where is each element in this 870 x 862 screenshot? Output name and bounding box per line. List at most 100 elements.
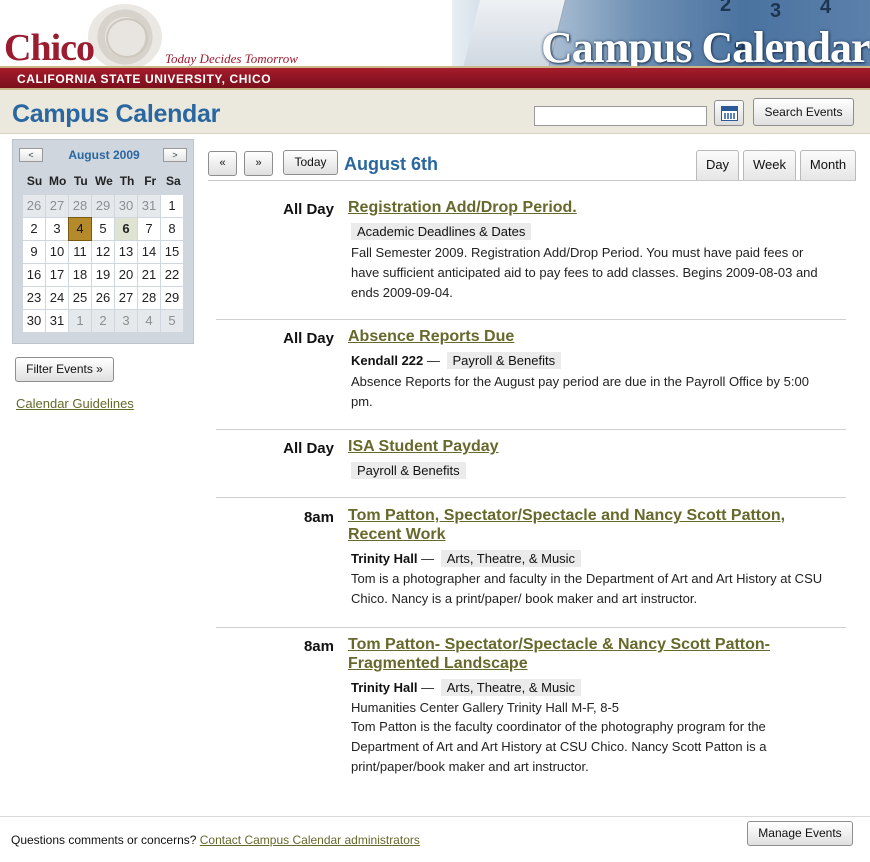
calendar-day[interactable]: 3 bbox=[46, 218, 68, 240]
event-description: Fall Semester 2009. Registration Add/Dro… bbox=[351, 245, 818, 300]
calendar-day[interactable]: 18 bbox=[69, 264, 91, 286]
calendar-day[interactable]: 29 bbox=[161, 287, 183, 309]
category-tag[interactable]: Academic Deadlines & Dates bbox=[351, 223, 532, 240]
calendar-day[interactable]: 10 bbox=[46, 241, 68, 263]
manage-events-button[interactable]: Manage Events bbox=[747, 821, 853, 846]
calendar-day[interactable]: 30 bbox=[23, 310, 45, 332]
calendar-day[interactable]: 22 bbox=[161, 264, 183, 286]
tab-day[interactable]: Day bbox=[696, 150, 739, 181]
university-bar: CALIFORNIA STATE UNIVERSITY, CHICO bbox=[0, 66, 870, 88]
weekday-label: Su bbox=[26, 174, 43, 188]
university-name[interactable]: CALIFORNIA STATE UNIVERSITY, CHICO bbox=[17, 72, 271, 86]
category-tag[interactable]: Arts, Theatre, & Music bbox=[440, 679, 582, 696]
next-day-button[interactable]: » bbox=[244, 151, 273, 176]
category-tag[interactable]: Payroll & Benefits bbox=[446, 352, 562, 369]
contact-admins-link[interactable]: Contact Campus Calendar administrators bbox=[200, 833, 420, 847]
current-date-heading: August 6th bbox=[344, 154, 438, 174]
calendar-day[interactable]: 4 bbox=[68, 217, 92, 241]
next-month-button[interactable]: > bbox=[163, 148, 187, 162]
calendar-day[interactable]: 4 bbox=[138, 310, 160, 332]
event-location: Trinity Hall bbox=[351, 551, 418, 566]
weekday-header: Su Mo Tu We Th Fr Sa bbox=[23, 174, 185, 188]
weekday-label: Sa bbox=[165, 174, 181, 188]
footer-question: Questions comments or concerns? bbox=[11, 833, 197, 847]
calendar-day[interactable]: 17 bbox=[46, 264, 68, 286]
calendar-day[interactable]: 29 bbox=[92, 195, 114, 217]
filter-events-button[interactable]: Filter Events » bbox=[15, 357, 114, 382]
tab-week[interactable]: Week bbox=[743, 150, 796, 181]
calendar-day[interactable]: 31 bbox=[46, 310, 68, 332]
weekday-label: Mo bbox=[49, 174, 67, 188]
event-title-link[interactable]: Tom Patton- Spectator/Spectacle & Nancy … bbox=[348, 635, 798, 673]
calendar-day[interactable]: 28 bbox=[138, 287, 160, 309]
today-button[interactable]: Today bbox=[283, 150, 338, 175]
event-title-link[interactable]: Tom Patton, Spectator/Spectacle and Nanc… bbox=[348, 506, 798, 544]
search-events-button[interactable]: Search Events bbox=[753, 98, 854, 126]
calendar-day[interactable]: 7 bbox=[138, 218, 160, 240]
calendar-day[interactable]: 12 bbox=[92, 241, 114, 263]
calendar-day[interactable]: 9 bbox=[23, 241, 45, 263]
calendar-day[interactable]: 28 bbox=[69, 195, 91, 217]
calendar-day[interactable]: 3 bbox=[115, 310, 137, 332]
calendar-day[interactable]: 27 bbox=[46, 195, 68, 217]
calendar-day[interactable]: 11 bbox=[69, 241, 91, 263]
calendar-day[interactable]: 6 bbox=[115, 218, 137, 240]
event-meta: Kendall 222 — Payroll & Benefits bbox=[351, 352, 562, 369]
calendar-day[interactable]: 1 bbox=[69, 310, 91, 332]
calendar-day[interactable]: 26 bbox=[23, 195, 45, 217]
event-meta: Trinity Hall — Arts, Theatre, & Music bbox=[351, 679, 582, 696]
weekday-label: Th bbox=[119, 174, 135, 188]
event-description: Absence Reports for the August pay perio… bbox=[351, 374, 809, 409]
event-title-link[interactable]: Absence Reports Due bbox=[348, 327, 798, 346]
event-meta: Academic Deadlines & Dates bbox=[351, 223, 532, 240]
calendar-day[interactable]: 1 bbox=[161, 195, 183, 217]
calendar-day[interactable]: 20 bbox=[115, 264, 137, 286]
date-picker-button[interactable] bbox=[714, 100, 744, 126]
event-time: 8am bbox=[303, 509, 334, 526]
site-banner: Chico Today Decides Tomorrow 2 3 4 9 Cam… bbox=[0, 0, 870, 90]
event-description: Tom is a photographer and faculty in the… bbox=[351, 571, 823, 606]
event-time: 8am bbox=[303, 638, 334, 655]
calendar-day[interactable]: 23 bbox=[23, 287, 45, 309]
calendar-day[interactable]: 13 bbox=[115, 241, 137, 263]
event-location: Kendall 222 bbox=[351, 353, 424, 368]
event-meta: Trinity Hall — Arts, Theatre, & Music bbox=[351, 550, 582, 567]
event-description: Tom Patton is the faculty coordinator of… bbox=[351, 719, 767, 774]
calendar-icon bbox=[721, 106, 738, 121]
calendar-day[interactable]: 5 bbox=[92, 218, 114, 240]
event-title-link[interactable]: Registration Add/Drop Period. bbox=[348, 198, 798, 217]
calendar-day[interactable]: 25 bbox=[69, 287, 91, 309]
event-time: All Day bbox=[283, 201, 334, 218]
calendar-day[interactable]: 30 bbox=[115, 195, 137, 217]
calendar-day[interactable]: 31 bbox=[138, 195, 160, 217]
calendar-guidelines-link[interactable]: Calendar Guidelines bbox=[16, 396, 134, 411]
event-title-link[interactable]: ISA Student Payday bbox=[348, 437, 798, 456]
event-meta: Payroll & Benefits bbox=[351, 462, 466, 479]
chico-logo[interactable]: Chico bbox=[4, 26, 95, 70]
weekday-label: Fr bbox=[144, 174, 157, 188]
event-venue-hours: Humanities Center Gallery Trinity Hall M… bbox=[351, 700, 620, 715]
category-tag[interactable]: Payroll & Benefits bbox=[351, 462, 466, 479]
calendar-day[interactable]: 16 bbox=[23, 264, 45, 286]
tab-month[interactable]: Month bbox=[800, 150, 856, 181]
calendar-day[interactable]: 19 bbox=[92, 264, 114, 286]
calendar-day[interactable]: 27 bbox=[115, 287, 137, 309]
calendar-day[interactable]: 14 bbox=[138, 241, 160, 263]
event-location: Trinity Hall bbox=[351, 680, 418, 695]
calendar-day[interactable]: 2 bbox=[23, 218, 45, 240]
calendar-day[interactable]: 21 bbox=[138, 264, 160, 286]
calendar-day[interactable]: 5 bbox=[161, 310, 183, 332]
calendar-day[interactable]: 2 bbox=[92, 310, 114, 332]
weekday-label: We bbox=[95, 174, 113, 188]
university-seal-icon bbox=[88, 4, 162, 70]
calendar-day[interactable]: 8 bbox=[161, 218, 183, 240]
category-tag[interactable]: Arts, Theatre, & Music bbox=[440, 550, 582, 567]
calendar-day[interactable]: 24 bbox=[46, 287, 68, 309]
calendar-day[interactable]: 15 bbox=[161, 241, 183, 263]
footer-text: Questions comments or concerns? Contact … bbox=[11, 833, 420, 847]
mini-calendar-days: 26 27 28 29 30 31 1 2 3 4 5 6 7 8 9 10 11 12 13 14 15 16 17 18 1… bbox=[23, 195, 183, 332]
search-input[interactable] bbox=[534, 106, 707, 126]
prev-day-button[interactable]: « bbox=[208, 151, 237, 176]
calendar-day[interactable]: 26 bbox=[92, 287, 114, 309]
event-time: All Day bbox=[283, 330, 334, 347]
